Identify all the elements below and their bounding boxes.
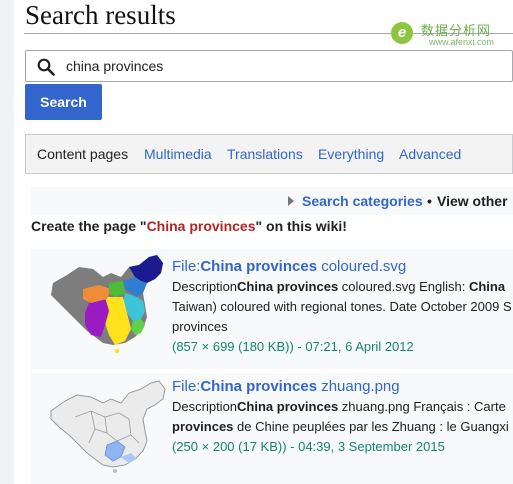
result-snippet: Taiwan) coloured with regional tones. Da… [172,299,512,314]
tab-multimedia[interactable]: Multimedia [144,135,212,173]
search-categories-bar: Search categories • View other [31,187,513,215]
result-snippet: provinces de Chine peuplées par les Zhua… [172,419,509,434]
tab-everything[interactable]: Everything [318,135,384,173]
result-metadata: (857 × 699 (180 KB)) - 07:21, 6 April 20… [172,339,414,354]
result-snippet: DescriptionChina provinces coloured.svg … [172,279,506,294]
view-other-text: View other [437,193,508,209]
search-input-box[interactable]: china provinces [25,50,513,82]
create-prefix: Create the page " [31,218,147,234]
create-suffix: " on this wiki! [255,218,347,234]
result-thumbnail[interactable] [45,377,173,477]
result-thumbnail[interactable] [45,253,173,357]
create-page-notice: Create the page "China provinces" on thi… [31,218,347,234]
search-button[interactable]: Search [25,84,102,120]
tab-content-pages[interactable]: Content pages [37,135,128,173]
result-title-link[interactable]: File:China provinces coloured.svg [172,257,513,277]
result-metadata: (250 × 200 (17 KB)) - 04:39, 3 September… [172,439,445,454]
search-result-item: File:China provinces zhuang.png Descript… [31,373,513,484]
result-snippet: provinces [172,319,228,334]
left-gutter [0,0,14,484]
tab-translations[interactable]: Translations [227,135,303,173]
separator-bullet: • [427,193,432,209]
search-input[interactable]: china provinces [66,51,163,81]
logo-url: www.afenxi.com [429,37,495,47]
logo-icon: e [391,22,413,44]
search-icon [37,58,55,76]
result-text: File:China provinces zhuang.png Descript… [172,377,513,457]
result-snippet: DescriptionChina provinces zhuang.png Fr… [172,399,506,414]
search-profile-tabs: Content pages Multimedia Translations Ev… [25,134,513,174]
search-result-item: File:China provinces coloured.svg Descri… [31,249,513,369]
result-title-link[interactable]: File:China provinces zhuang.png [172,377,513,397]
watermark-logo: e 数据分析网 www.afenxi.com [389,16,513,52]
result-text: File:China provinces coloured.svg Descri… [172,257,513,357]
page-title: Search results [25,0,176,30]
search-results-page: Search results e 数据分析网 www.afenxi.com ch… [14,0,513,484]
create-page-link[interactable]: China provinces [147,218,256,234]
expand-arrow-icon[interactable] [288,196,294,206]
tab-advanced[interactable]: Advanced [399,135,461,173]
search-categories-link[interactable]: Search categories [302,187,423,215]
